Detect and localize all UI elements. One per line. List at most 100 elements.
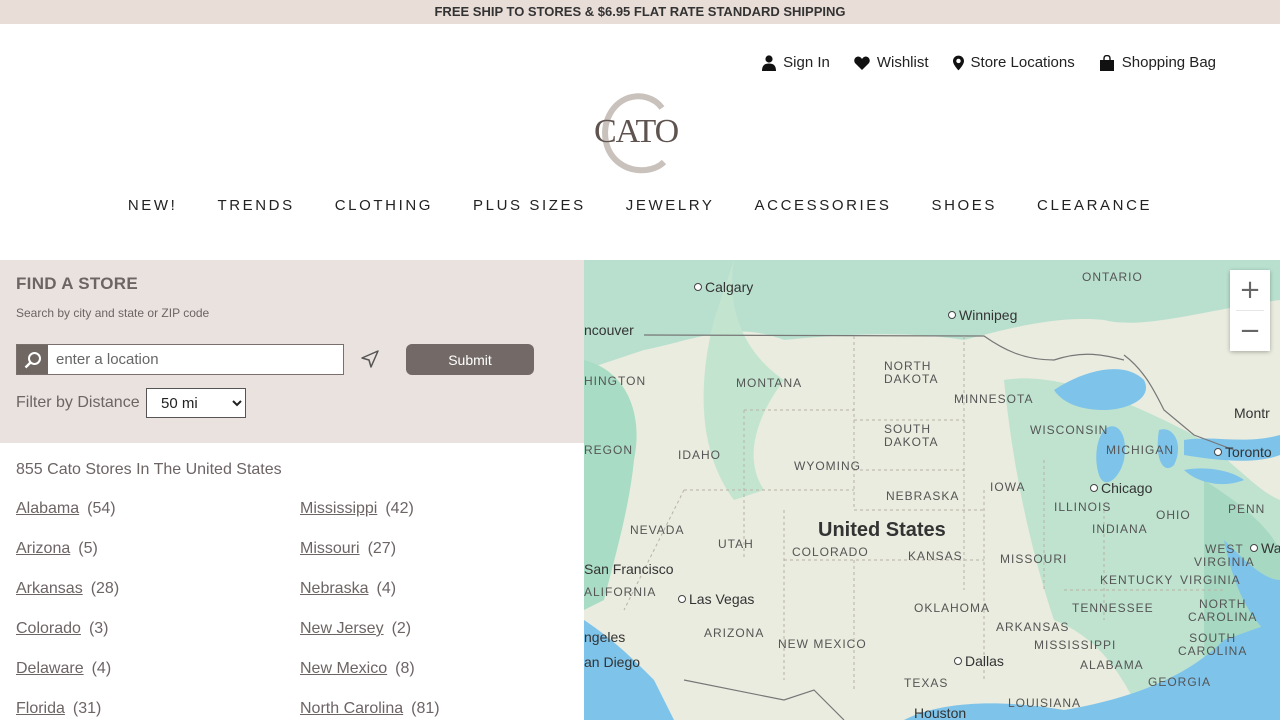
map-label-kansas: KANSAS [908,549,963,563]
shopping-bag-label: Shopping Bag [1121,54,1216,71]
nav-accessories[interactable]: ACCESSORIES [755,197,892,214]
state-count: (42) [385,500,414,517]
map-label-louisiana: LOUISIANA [1008,696,1082,710]
store-map[interactable]: ONTARIO NORTH DAKOTA MONTANA MINNESOTA SO… [584,260,1280,720]
heart-icon [854,56,870,70]
sign-in-label: Sign In [783,54,830,71]
locate-me-icon[interactable] [360,349,380,369]
map-city-los-angeles: ngeles [584,629,626,645]
map-label-california: ALIFORNIA [584,585,657,599]
wishlist-link[interactable]: Wishlist [854,54,929,71]
nav-plus-sizes[interactable]: PLUS SIZES [473,197,586,214]
state-count: (54) [87,500,116,517]
state-count: (4) [91,660,112,677]
map-city-toronto: Toronto [1214,444,1272,460]
map-label-mississippi: MISSISSIPPI [1034,638,1117,652]
state-link[interactable]: Colorado [16,620,81,637]
map-label-virginia: VIRGINIA [1180,573,1241,587]
map-city-san-francisco: San Francisco [584,561,674,577]
distance-select[interactable]: 50 mi [146,388,246,418]
state-link[interactable]: New Mexico [300,660,387,677]
map-label-oklahoma: OKLAHOMA [914,601,991,615]
user-icon [762,54,777,71]
map-label-wisconsin: WISCONSIN [1030,423,1109,437]
utility-nav: Sign In Wishlist Store Locations Shoppin… [762,54,1216,71]
zoom-out-button[interactable]: − [1230,311,1270,351]
map-city-san-diego: an Diego [584,654,641,670]
nav-shoes[interactable]: SHOES [932,197,998,214]
state-count: (8) [395,660,415,677]
map-label-oregon: REGON [584,443,634,457]
sign-in-link[interactable]: Sign In [762,54,830,71]
zoom-in-button[interactable]: + [1230,270,1270,310]
map-label-south-dakota: SOUTH DAKOTA [884,422,939,449]
map-pin-icon [952,55,964,70]
map-city-montreal: Montr [1234,405,1270,421]
state-link[interactable]: Missouri [300,540,360,557]
state-count: (31) [72,700,102,717]
state-count: (81) [411,700,440,717]
store-locations-link[interactable]: Store Locations [952,54,1075,71]
map-label-west-virginia: WEST VIRGINIA [1194,542,1255,569]
store-count: 855 Cato Stores In The United States [16,461,282,478]
state-count: (5) [78,540,98,557]
state-link[interactable]: North Carolina [300,700,403,717]
state-link[interactable]: Arizona [16,540,70,557]
state-link[interactable]: Delaware [16,660,84,677]
shopping-bag-link[interactable]: Shopping Bag [1099,54,1216,71]
map-label-wyoming: WYOMING [794,459,861,473]
map-label-washington: HINGTON [584,374,647,388]
map-label-georgia: GEORGIA [1148,675,1212,689]
store-locations-label: Store Locations [970,54,1075,71]
map-label-missouri: MISSOURI [1000,552,1068,566]
map-label-north-dakota: NORTH DAKOTA [884,359,939,386]
map-label-penn: PENN [1228,502,1266,516]
logo-text: CATO [594,113,679,150]
state-link[interactable]: Alabama [16,500,79,517]
map-label-texas: TEXAS [904,676,949,690]
state-link[interactable]: New Jersey [300,620,384,637]
promo-banner: FREE SHIP TO STORES & $6.95 FLAT RATE ST… [0,0,1280,24]
location-input[interactable] [48,345,343,374]
map-label-iowa: IOWA [990,480,1026,494]
map-label-arkansas: ARKANSAS [996,620,1070,634]
nav-new[interactable]: NEW! [128,197,178,214]
map-label-illinois: ILLINOIS [1054,500,1112,514]
map-label-utah: UTAH [718,537,754,551]
map-label-new-mexico: NEW MEXICO [778,637,867,651]
map-label-south-carolina: SOUTH CAROLINA [1178,631,1248,658]
main-nav: NEW! TRENDS CLOTHING PLUS SIZES JEWELRY … [0,197,1280,214]
nav-trends[interactable]: TRENDS [217,197,294,214]
filter-distance-label: Filter by Distance [16,394,140,411]
map-label-kentucky: KENTUCKY [1100,573,1174,587]
map-label-michigan: MICHIGAN [1106,443,1174,457]
nav-clearance[interactable]: CLEARANCE [1037,197,1152,214]
list-item: Mississippi (42) [300,500,414,518]
list-item: Nebraska (4) [300,580,396,598]
list-item: Delaware (4) [16,660,111,678]
map-city-calgary: Calgary [694,279,753,295]
map-label-ontario: ONTARIO [1082,270,1143,284]
submit-button[interactable]: Submit [406,344,534,375]
state-link[interactable]: Florida [16,700,65,717]
map-city-chicago: Chicago [1090,480,1152,496]
map-label-colorado: COLORADO [792,545,869,559]
list-item: New Jersey (2) [300,620,411,638]
state-link[interactable]: Arkansas [16,580,83,597]
state-link[interactable]: Nebraska [300,580,368,597]
nav-jewelry[interactable]: JEWELRY [626,197,715,214]
list-item: Alabama (54) [16,500,116,518]
wishlist-label: Wishlist [876,54,929,71]
finder-title: FIND A STORE [16,274,138,293]
map-zoom-control: + − [1230,270,1270,351]
map-label-nebraska: NEBRASKA [886,489,960,503]
map-city-vancouver: ncouver [584,322,634,338]
search-icon [17,345,48,374]
state-link[interactable]: Mississippi [300,500,377,517]
cato-logo[interactable]: CATO [590,92,690,174]
map-country-label: United States [818,519,946,541]
list-item: Arkansas (28) [16,580,119,598]
list-item: Colorado (3) [16,620,109,638]
list-item: Missouri (27) [300,540,396,558]
nav-clothing[interactable]: CLOTHING [335,197,433,214]
